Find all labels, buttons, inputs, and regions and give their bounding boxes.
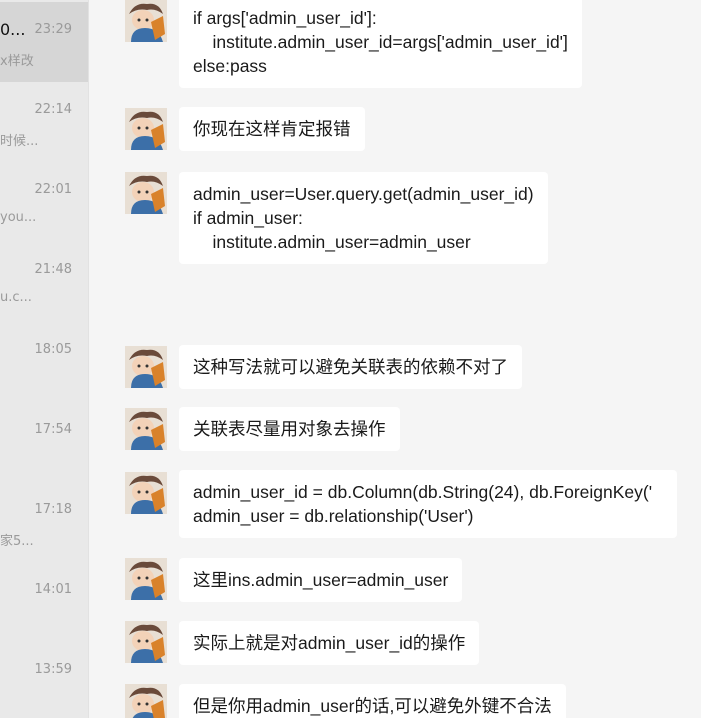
anime-avatar-icon	[125, 684, 167, 718]
conversation-time: 14:01	[34, 582, 72, 597]
message-bubble[interactable]: 但是你用admin_user的话,可以避免外键不合法	[179, 684, 566, 718]
avatar[interactable]	[125, 108, 167, 150]
anime-avatar-icon	[125, 558, 167, 600]
conversation-snippet: u.c...	[0, 290, 32, 305]
conversation-snippet: x样改	[0, 54, 34, 69]
conversation-snippet: 家5...	[0, 534, 34, 549]
avatar[interactable]	[125, 558, 167, 600]
avatar[interactable]	[125, 684, 167, 718]
conversation-time: 17:54	[34, 422, 72, 437]
avatar[interactable]	[125, 0, 167, 42]
message-bubble[interactable]: 这种写法就可以避免关联表的依赖不对了	[179, 345, 522, 389]
conversation-time: 13:59	[34, 662, 72, 677]
anime-avatar-icon	[125, 108, 167, 150]
avatar[interactable]	[125, 172, 167, 214]
conversation-item[interactable]: 17:54	[0, 402, 88, 482]
conversation-time: 17:18	[34, 502, 72, 517]
anime-avatar-icon	[125, 621, 167, 663]
avatar[interactable]	[125, 472, 167, 514]
message-bubble[interactable]: if args['admin_user_id']: institute.admi…	[179, 0, 582, 88]
anime-avatar-icon	[125, 472, 167, 514]
chat-message-area[interactable]: if args['admin_user_id']: institute.admi…	[89, 0, 701, 718]
anime-avatar-icon	[125, 172, 167, 214]
conversation-item[interactable]: 22:14 时候...	[0, 82, 88, 162]
conversation-item[interactable]: 22:01 you...	[0, 162, 88, 242]
conversation-name: 0...	[0, 20, 26, 39]
conversation-item[interactable]: 14:01	[0, 562, 88, 642]
conversation-time: 22:14	[34, 102, 72, 117]
conversation-item[interactable]: 0... 23:29 x样改	[0, 2, 88, 82]
conversation-time: 21:48	[34, 262, 72, 277]
conversation-time: 18:05	[34, 342, 72, 357]
message-bubble[interactable]: 你现在这样肯定报错	[179, 107, 365, 151]
anime-avatar-icon	[125, 0, 167, 42]
message-bubble[interactable]: 实际上就是对admin_user_id的操作	[179, 621, 480, 665]
message-bubble[interactable]: 这里ins.admin_user=admin_user	[179, 558, 463, 602]
conversation-snippet: 时候...	[0, 134, 39, 149]
conversation-time: 22:01	[34, 182, 72, 197]
avatar[interactable]	[125, 621, 167, 663]
conversation-list: 0... 23:29 x样改 22:14 时候... 22:01 you... …	[0, 0, 88, 718]
conversation-snippet: you...	[0, 210, 37, 225]
conversation-item[interactable]: 18:05	[0, 322, 88, 402]
conversation-item[interactable]: 13:59	[0, 642, 88, 718]
message-bubble[interactable]: admin_user=User.query.get(admin_user_id)…	[179, 172, 548, 264]
conversation-item[interactable]: 17:18 家5...	[0, 482, 88, 562]
anime-avatar-icon	[125, 346, 167, 388]
conversation-item[interactable]: 21:48 u.c...	[0, 242, 88, 322]
message-bubble[interactable]: admin_user_id = db.Column(db.String(24),…	[179, 470, 677, 538]
anime-avatar-icon	[125, 408, 167, 450]
message-bubble[interactable]: 关联表尽量用对象去操作	[179, 407, 400, 451]
avatar[interactable]	[125, 408, 167, 450]
avatar[interactable]	[125, 346, 167, 388]
conversation-time: 23:29	[34, 22, 72, 37]
